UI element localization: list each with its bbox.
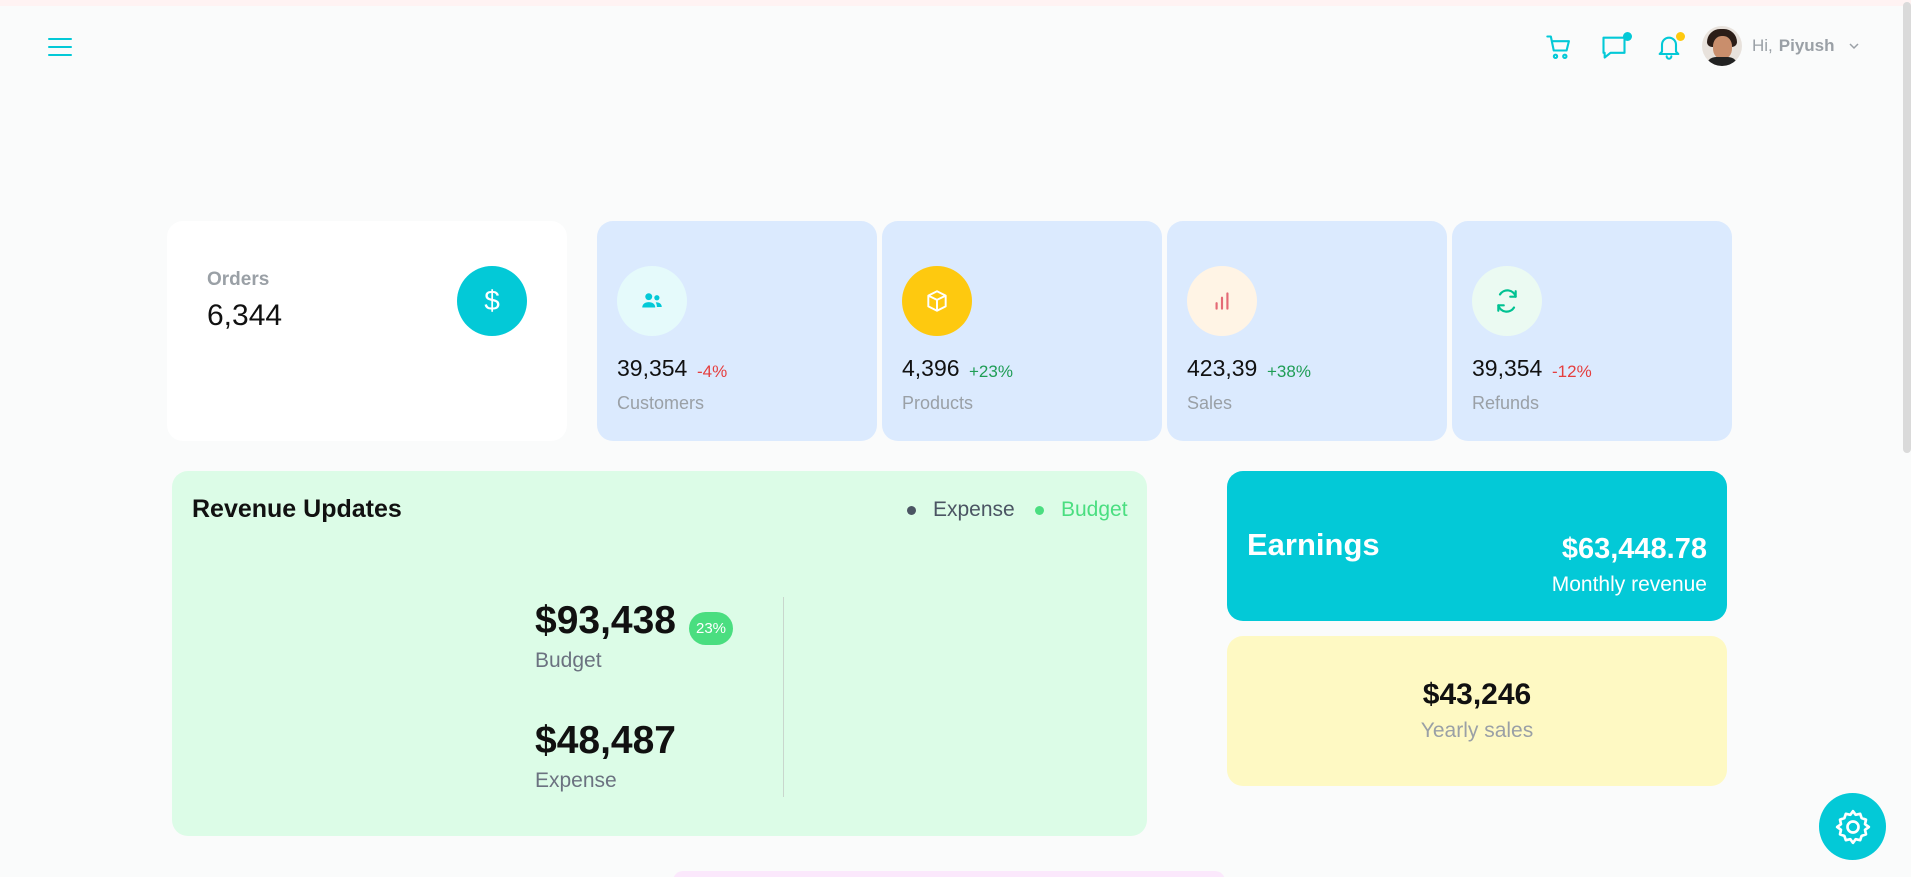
legend-label: Budget <box>1061 498 1128 521</box>
expense-label: Expense <box>535 769 617 792</box>
revenue-title: Revenue Updates <box>192 495 402 523</box>
top-strip <box>0 0 1911 6</box>
earnings-card: Earnings $63,448.78 Monthly revenue <box>1227 471 1727 621</box>
bar-chart-icon[interactable] <box>1187 266 1257 336</box>
budget-badge: 23% <box>689 612 733 645</box>
cart-icon[interactable] <box>1542 30 1576 64</box>
refresh-icon[interactable] <box>1472 266 1542 336</box>
avatar[interactable] <box>1702 26 1742 66</box>
profile-menu[interactable]: Hi, Piyush <box>1702 26 1859 66</box>
earnings-label: Monthly revenue <box>1551 573 1707 596</box>
stat-value: 39,354 <box>1472 355 1543 381</box>
box-icon[interactable] <box>902 266 972 336</box>
users-icon[interactable] <box>617 266 687 336</box>
settings-button[interactable] <box>1819 793 1886 860</box>
chat-icon[interactable] <box>1597 30 1632 64</box>
stat-change: -4% <box>697 362 728 381</box>
expense-value: $48,487 <box>535 719 676 762</box>
stat-card-customers: 39,354 -4% Customers <box>597 221 877 441</box>
menu-icon[interactable] <box>48 38 72 60</box>
stat-card-sales: 423,39 +38% Sales <box>1167 221 1447 441</box>
bell-icon[interactable] <box>1652 30 1686 64</box>
yearly-sales-card: $43,246 Yearly sales <box>1227 636 1727 786</box>
notification-badge <box>1676 32 1685 41</box>
legend-dot <box>1035 505 1044 515</box>
stat-change: -12% <box>1552 362 1592 381</box>
scrollbar[interactable] <box>1903 2 1911 453</box>
yearly-sales-value: $43,246 <box>1422 678 1532 711</box>
stat-value: 39,354 <box>617 355 688 381</box>
orders-card: Orders 6,344 $ <box>167 221 567 441</box>
gear-icon <box>1835 809 1870 844</box>
stat-change: +23% <box>969 362 1013 381</box>
chevron-down-icon[interactable] <box>1849 41 1859 51</box>
legend-expense: Expense <box>907 498 1015 522</box>
earnings-value: $63,448.78 <box>1561 533 1707 565</box>
orders-label: Orders <box>207 269 270 290</box>
greeting-text: Hi, <box>1752 36 1773 55</box>
legend-label: Expense <box>933 498 1015 521</box>
stat-label: Refunds <box>1472 393 1540 413</box>
budget-value: $93,438 <box>535 599 676 642</box>
stat-label: Sales <box>1187 393 1233 413</box>
dollar-icon[interactable]: $ <box>457 266 527 336</box>
budget-label: Budget <box>535 649 602 672</box>
revenue-updates-card: Revenue Updates Expense Budget $93,438 2… <box>172 471 1147 836</box>
legend-budget: Budget <box>1035 498 1128 522</box>
yearly-sales-label: Yearly sales <box>1420 719 1534 742</box>
user-name: Piyush <box>1778 36 1835 55</box>
legend-dot <box>907 505 916 515</box>
stat-change: +38% <box>1267 362 1311 381</box>
orders-value: 6,344 <box>207 299 283 332</box>
chat-badge <box>1623 32 1632 41</box>
stat-value: 4,396 <box>902 355 960 381</box>
earnings-title: Earnings <box>1247 527 1380 562</box>
stat-card-products: 4,396 +23% Products <box>882 221 1162 441</box>
stat-card-refunds: 39,354 -12% Refunds <box>1452 221 1732 441</box>
stat-label: Customers <box>617 393 705 413</box>
next-card-peek <box>673 871 1225 877</box>
stat-value: 423,39 <box>1187 355 1258 381</box>
divider <box>783 597 784 797</box>
stat-label: Products <box>902 393 974 413</box>
